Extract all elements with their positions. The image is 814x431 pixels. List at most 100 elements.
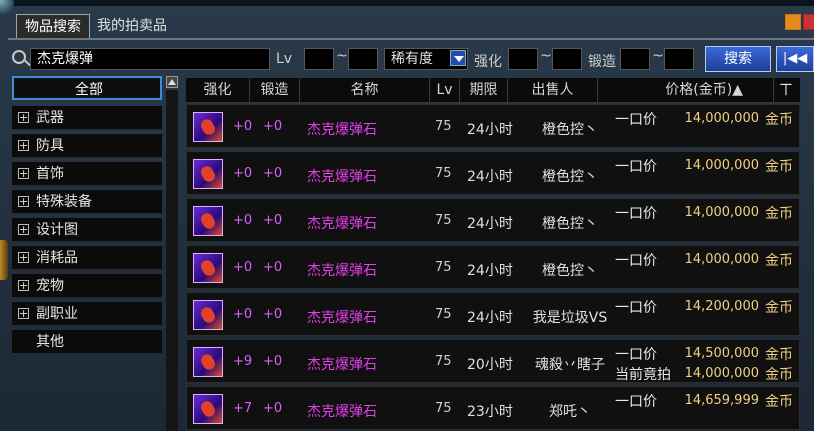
row-lv: 75 bbox=[435, 260, 452, 275]
row-seller: 橙色控丶 bbox=[542, 169, 598, 185]
row-bid-type: 当前竟拍 bbox=[615, 367, 671, 383]
category-weapon[interactable]: + 武器 bbox=[12, 106, 162, 130]
forge-max-input[interactable] bbox=[664, 48, 694, 70]
category-label: 消耗品 bbox=[36, 250, 78, 266]
row-currency: 金币 bbox=[765, 159, 793, 175]
keyword-input[interactable]: 杰克爆弹 bbox=[30, 48, 270, 70]
category-blueprint[interactable]: + 设计图 bbox=[12, 218, 162, 242]
search-icon bbox=[12, 50, 26, 64]
forge-range-separator: ~ bbox=[652, 48, 664, 64]
row-item-name: 杰克爆弹石 bbox=[307, 216, 377, 232]
category-special-equipment[interactable]: + 特殊装备 bbox=[12, 190, 162, 214]
expand-icon[interactable]: + bbox=[18, 308, 29, 319]
row-item-name: 杰克爆弹石 bbox=[307, 122, 377, 138]
row-sale-type: 一口价 bbox=[615, 300, 657, 316]
forge-min-input[interactable] bbox=[620, 48, 650, 70]
row-forge: +0 bbox=[263, 260, 283, 275]
tab-item-search[interactable]: 物品搜索 bbox=[16, 14, 90, 38]
category-armor[interactable]: + 防具 bbox=[12, 134, 162, 158]
lv-label: Lv bbox=[276, 51, 293, 67]
scroll-up-icon[interactable] bbox=[166, 76, 178, 88]
chevron-down-icon[interactable] bbox=[450, 50, 466, 66]
table-row[interactable]: +9 +0 杰克爆弹石 75 20小时 魂殺丷瞎子 一口价 14,500,000… bbox=[186, 339, 800, 383]
category-label: 宠物 bbox=[36, 278, 64, 294]
row-enhance: +0 bbox=[233, 260, 253, 275]
bomb-stone-icon bbox=[193, 300, 223, 330]
bomb-stone-icon bbox=[193, 394, 223, 424]
row-forge: +0 bbox=[263, 119, 283, 134]
row-period: 24小时 bbox=[467, 310, 513, 326]
row-seller: 郑吒丶 bbox=[549, 404, 591, 420]
row-enhance: +9 bbox=[233, 354, 253, 369]
table-row[interactable]: +0 +0 杰克爆弹石 75 24小时 我是垃圾VS 一口价 14,200,00… bbox=[186, 292, 800, 336]
row-currency: 金币 bbox=[765, 253, 793, 269]
category-consumable[interactable]: + 消耗品 bbox=[12, 246, 162, 270]
row-seller: 魂殺丷瞎子 bbox=[535, 357, 605, 373]
table-row[interactable]: +0 +0 杰克爆弹石 75 24小时 橙色控丶 一口价 14,000,000 … bbox=[186, 198, 800, 242]
row-forge: +0 bbox=[263, 307, 283, 322]
row-period: 24小时 bbox=[467, 169, 513, 185]
enhance-max-input[interactable] bbox=[552, 48, 582, 70]
expand-icon[interactable]: + bbox=[18, 224, 29, 235]
row-enhance: +0 bbox=[233, 213, 253, 228]
pin-icon[interactable]: ⊤ bbox=[776, 80, 796, 100]
first-page-button[interactable]: |◀◀ bbox=[776, 46, 814, 72]
row-price: 14,000,000 bbox=[684, 111, 759, 126]
category-subprofession[interactable]: + 副职业 bbox=[12, 302, 162, 326]
category-label: 武器 bbox=[36, 110, 64, 126]
row-sale-type: 一口价 bbox=[615, 206, 657, 222]
expand-icon[interactable]: + bbox=[18, 196, 29, 207]
tab-my-auctions[interactable]: 我的拍卖品 bbox=[92, 14, 172, 38]
row-sale-type: 一口价 bbox=[615, 253, 657, 269]
table-row[interactable]: +0 +0 杰克爆弹石 75 24小时 橙色控丶 一口价 14,000,000 … bbox=[186, 151, 800, 195]
row-currency: 金币 bbox=[765, 206, 793, 222]
expand-icon[interactable]: + bbox=[18, 252, 29, 263]
results-table-header: 强化 锻造 名称 Lv 期限 出售人 价格(金币)▲ ⊤ bbox=[186, 78, 800, 102]
search-button[interactable]: 搜索 bbox=[705, 46, 771, 72]
row-currency: 金币 bbox=[765, 112, 793, 128]
header-forge[interactable]: 锻造 bbox=[250, 78, 300, 102]
table-row[interactable]: +7 +0 杰克爆弹石 75 23小时 郑吒丶 一口价 14,659,999 金… bbox=[186, 386, 800, 430]
row-price: 14,200,000 bbox=[684, 299, 759, 314]
expand-icon[interactable]: + bbox=[18, 140, 29, 151]
lv-max-input[interactable] bbox=[348, 48, 378, 70]
row-enhance: +7 bbox=[233, 401, 253, 416]
table-row[interactable]: +0 +0 杰克爆弹石 75 24小时 橙色控丶 一口价 14,000,000 … bbox=[186, 245, 800, 289]
category-sidebar: 全部 + 武器 + 防具 + 首饰 + 特殊装备 + 设计图 + 消耗品 + 宠物 + 副职业 … bbox=[12, 76, 164, 431]
category-label: 副职业 bbox=[36, 306, 78, 322]
row-bid-price: 14,000,000 bbox=[684, 366, 759, 381]
header-period[interactable]: 期限 bbox=[460, 78, 508, 102]
scrollbar[interactable] bbox=[166, 90, 178, 431]
enhance-min-input[interactable] bbox=[508, 48, 538, 70]
row-seller: 橙色控丶 bbox=[542, 122, 598, 138]
category-pet[interactable]: + 宠物 bbox=[12, 274, 162, 298]
category-other[interactable]: 其他 bbox=[12, 330, 162, 354]
table-row[interactable]: +0 +0 杰克爆弹石 75 24小时 橙色控丶 一口价 14,000,000 … bbox=[186, 104, 800, 148]
lv-range-separator: ~ bbox=[336, 48, 348, 64]
bomb-stone-icon bbox=[193, 206, 223, 236]
row-enhance: +0 bbox=[233, 166, 253, 181]
category-accessory[interactable]: + 首饰 bbox=[12, 162, 162, 186]
header-name[interactable]: 名称 bbox=[300, 78, 430, 102]
category-label: 特殊装备 bbox=[36, 194, 92, 210]
row-forge: +0 bbox=[263, 166, 283, 181]
header-seller[interactable]: 出售人 bbox=[508, 78, 598, 102]
row-sale-type: 一口价 bbox=[615, 394, 657, 410]
row-period: 24小时 bbox=[467, 216, 513, 232]
row-item-name: 杰克爆弹石 bbox=[307, 169, 377, 185]
category-all[interactable]: 全部 bbox=[12, 76, 162, 100]
header-lv[interactable]: Lv bbox=[430, 78, 460, 102]
expand-icon[interactable]: + bbox=[18, 280, 29, 291]
save-icon[interactable] bbox=[785, 14, 801, 30]
expand-icon[interactable]: + bbox=[18, 112, 29, 123]
header-price[interactable]: 价格(金币)▲ bbox=[598, 78, 774, 102]
expand-icon[interactable]: + bbox=[18, 168, 29, 179]
header-enhance[interactable]: 强化 bbox=[186, 78, 250, 102]
row-item-name: 杰克爆弹石 bbox=[307, 310, 377, 326]
close-icon[interactable] bbox=[803, 14, 814, 30]
bomb-stone-icon bbox=[193, 112, 223, 142]
row-seller: 橙色控丶 bbox=[542, 263, 598, 279]
lv-min-input[interactable] bbox=[304, 48, 334, 70]
row-sale-type: 一口价 bbox=[615, 112, 657, 128]
row-seller: 橙色控丶 bbox=[542, 216, 598, 232]
